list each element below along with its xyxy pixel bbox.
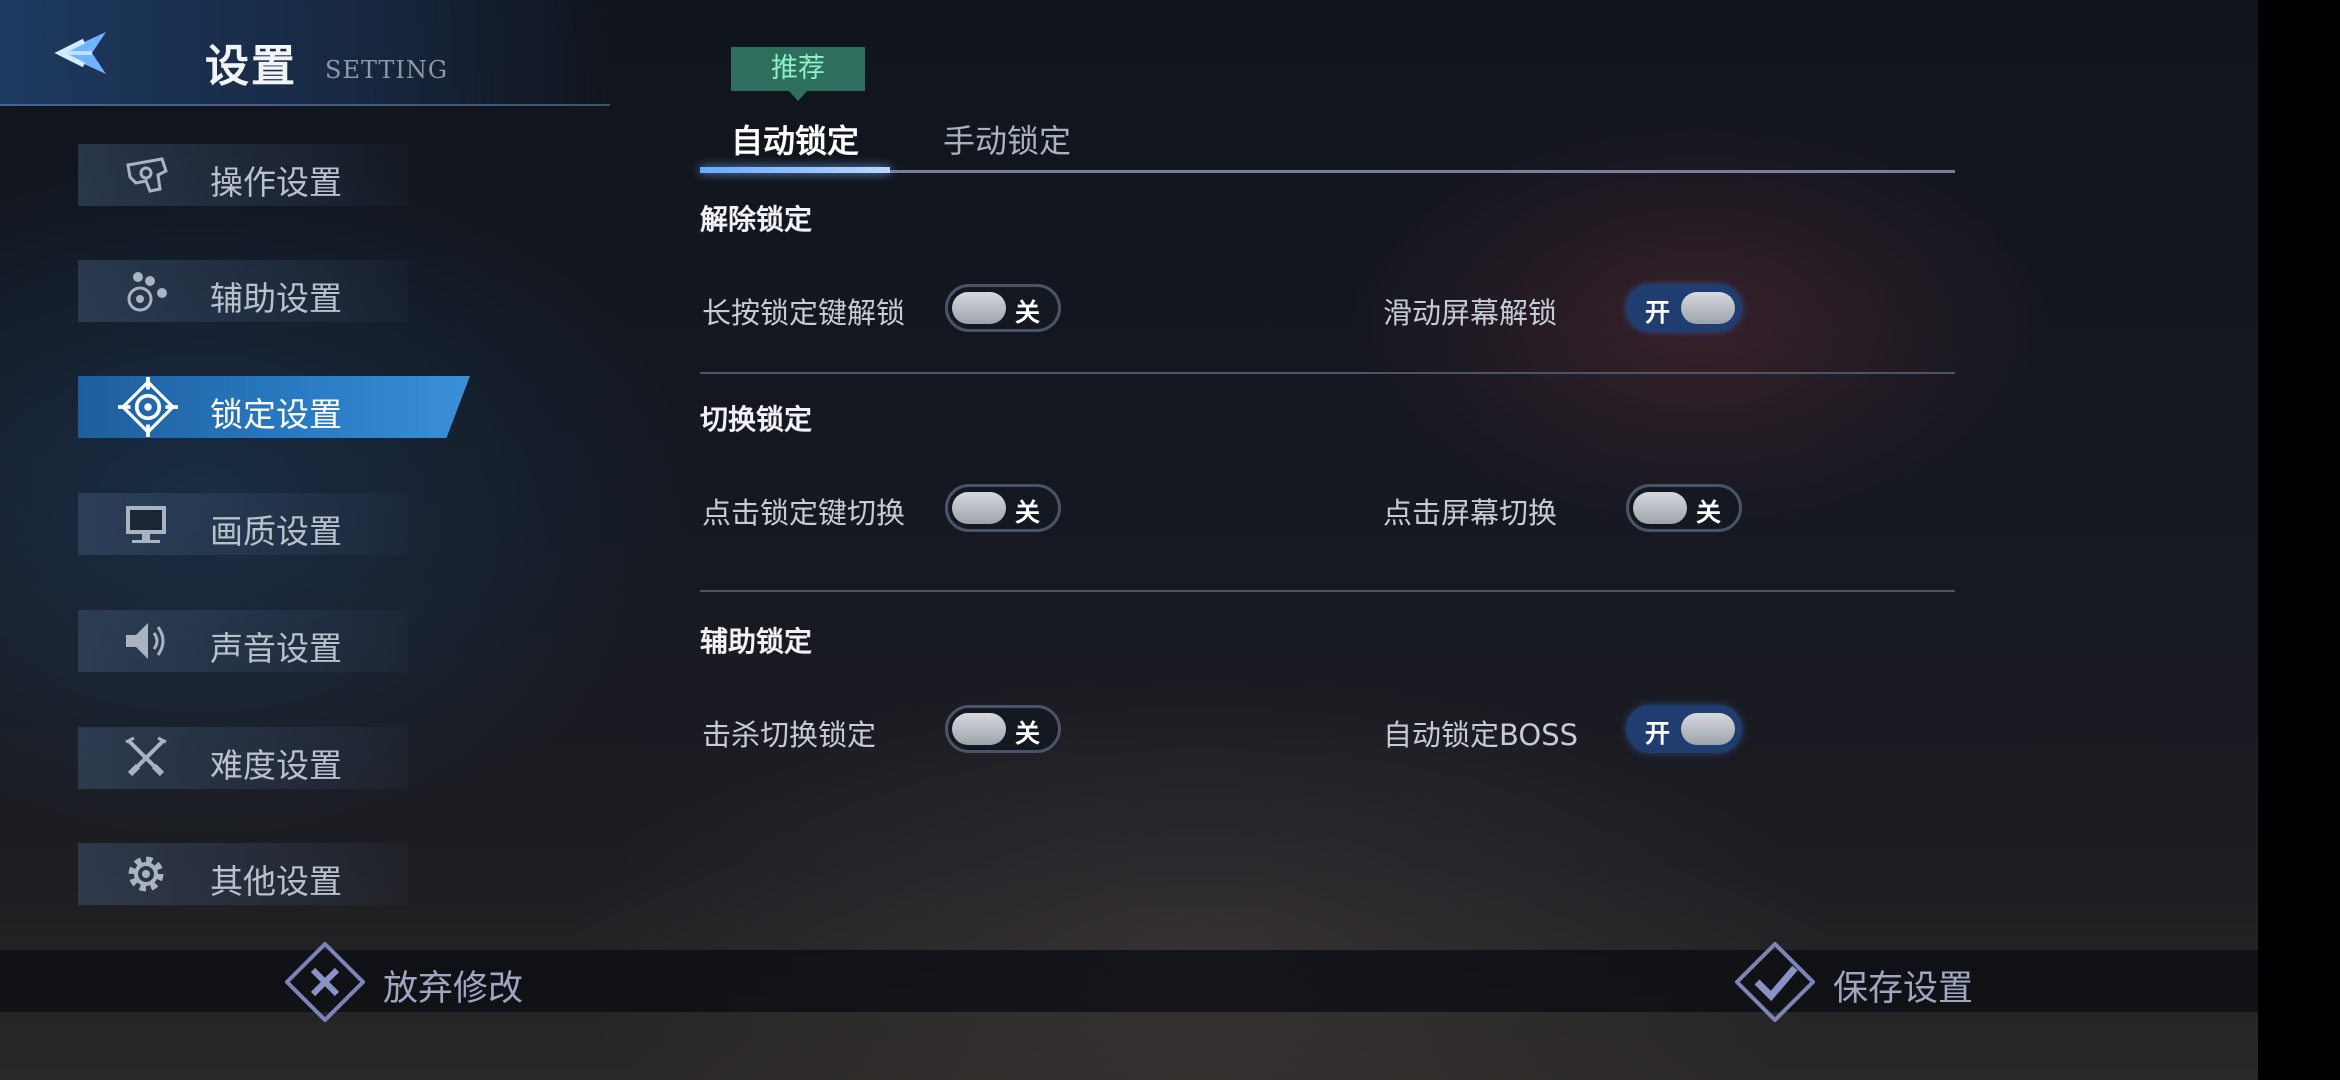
toggle-kill-switch[interactable]: 关 [945, 705, 1061, 753]
toggle-knob [1681, 713, 1735, 745]
sidebar-item-other[interactable]: 其他设置 [78, 843, 408, 905]
toggle-state: 关 [1014, 298, 1040, 327]
option-label-swipe-unlock: 滑动屏幕解锁 [1383, 296, 1558, 330]
toggle-state: 关 [1014, 498, 1040, 527]
active-tab-indicator [700, 167, 890, 173]
sidebar-item-controls[interactable]: 操作设置 [78, 144, 408, 206]
sidebar-item-label: 难度设置 [210, 746, 342, 785]
sidebar-item-label: 其他设置 [210, 862, 342, 901]
save-settings-button[interactable]: 保存设置 [1735, 942, 2005, 1022]
toggle-tap-key-switch[interactable]: 关 [945, 484, 1061, 532]
crosshair-icon [118, 377, 178, 437]
toggle-knob [952, 713, 1006, 745]
toggle-state: 关 [1014, 719, 1040, 748]
speaker-icon [126, 623, 165, 659]
header-bar: 设置 SETTING [0, 0, 610, 106]
gear-icon [128, 856, 164, 892]
screen-edge-bar [2258, 0, 2340, 1080]
option-label-kill-switch: 击杀切换锁定 [702, 718, 877, 752]
crossed-swords-icon [125, 736, 167, 777]
toggle-knob [1681, 292, 1735, 324]
sidebar-item-label: 操作设置 [210, 163, 342, 202]
section-divider [700, 372, 1955, 374]
sidebar-item-label: 声音设置 [210, 629, 342, 668]
page-subtitle: SETTING [325, 56, 449, 84]
badge-pointer [788, 90, 808, 101]
tab-manual-lock[interactable]: 手动锁定 [943, 116, 1071, 162]
sidebar-item-lock[interactable]: 锁定设置 [78, 376, 470, 438]
sidebar-item-label: 辅助设置 [210, 279, 342, 318]
section-divider [700, 590, 1955, 592]
tab-auto-lock[interactable]: 自动锁定 [731, 116, 859, 162]
option-label-tap-screen-switch: 点击屏幕切换 [1383, 496, 1558, 530]
toggle-knob [952, 492, 1006, 524]
section-title-switch: 切换锁定 [700, 403, 813, 436]
section-title-assist-lock: 辅助锁定 [700, 625, 813, 658]
back-button[interactable] [44, 26, 114, 80]
discard-changes-button[interactable]: 放弃修改 [285, 942, 555, 1022]
option-label-hold-unlock: 长按锁定键解锁 [702, 296, 906, 330]
close-diamond-icon [285, 942, 365, 1022]
page-title: 设置 [205, 41, 297, 92]
toggle-swipe-unlock[interactable]: 开 [1626, 284, 1742, 332]
sidebar-item-graphics[interactable]: 画质设置 [78, 493, 408, 555]
toggle-tap-screen-switch[interactable]: 关 [1626, 484, 1742, 532]
discard-label: 放弃修改 [383, 969, 524, 1009]
toggle-hold-unlock[interactable]: 关 [945, 284, 1061, 332]
checkmark-diamond-icon [1735, 942, 1815, 1022]
back-arrow-icon [54, 32, 106, 74]
monitor-icon [126, 506, 166, 543]
option-label-tap-key-switch: 点击锁定键切换 [702, 496, 906, 530]
sidebar-item-sound[interactable]: 声音设置 [78, 610, 408, 672]
toggle-state: 开 [1645, 719, 1671, 748]
option-label-auto-lock-boss: 自动锁定BOSS [1383, 718, 1579, 752]
sidebar-item-label: 画质设置 [210, 512, 342, 551]
section-title-unlock: 解除锁定 [700, 203, 813, 236]
recommended-badge: 推荐 [731, 47, 865, 91]
toggle-state: 关 [1695, 498, 1721, 527]
toggle-knob [952, 292, 1006, 324]
toggle-state: 开 [1645, 298, 1671, 327]
toggle-knob [1633, 492, 1687, 524]
controller-icon [126, 157, 168, 193]
sidebar-item-difficulty[interactable]: 难度设置 [78, 727, 408, 789]
toggle-auto-lock-boss[interactable]: 开 [1626, 705, 1742, 753]
sidebar-item-label: 锁定设置 [210, 395, 342, 434]
sidebar-item-assist[interactable]: 辅助设置 [78, 260, 408, 322]
save-label: 保存设置 [1833, 969, 1974, 1009]
assist-dots-icon [127, 272, 167, 312]
